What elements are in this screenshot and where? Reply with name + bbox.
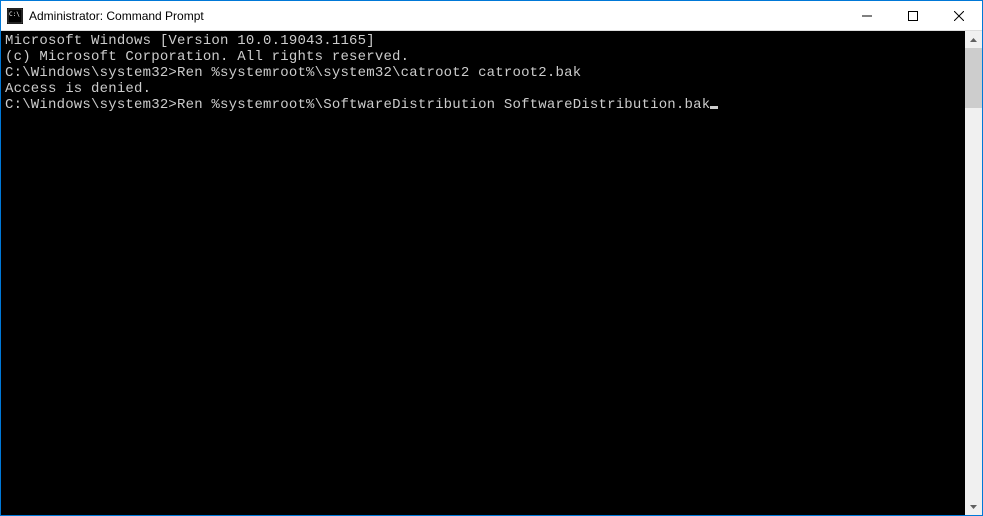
terminal-output[interactable]: Microsoft Windows [Version 10.0.19043.11…	[1, 31, 965, 515]
window-title: Administrator: Command Prompt	[29, 9, 844, 23]
vertical-scrollbar[interactable]	[965, 31, 982, 515]
command-line-1: C:\Windows\system32>Ren %systemroot%\sys…	[5, 65, 965, 81]
command-line-2: C:\Windows\system32>Ren %systemroot%\Sof…	[5, 97, 965, 113]
chevron-down-icon	[970, 505, 977, 509]
maximize-button[interactable]	[890, 1, 936, 30]
response-line: Access is denied.	[5, 81, 965, 97]
scroll-track[interactable]	[965, 48, 982, 498]
cmd-icon: C:\	[7, 8, 23, 24]
titlebar[interactable]: C:\ Administrator: Command Prompt	[1, 1, 982, 31]
window-controls	[844, 1, 982, 30]
command-text: Ren %systemroot%\SoftwareDistribution So…	[177, 97, 710, 113]
command-prompt-window: C:\ Administrator: Command Prompt	[0, 0, 983, 516]
command-text: Ren %systemroot%\system32\catroot2 catro…	[177, 65, 581, 81]
cursor	[710, 106, 718, 109]
minimize-icon	[862, 11, 872, 21]
scroll-up-button[interactable]	[965, 31, 982, 48]
chevron-up-icon	[970, 38, 977, 42]
prompt-path: C:\Windows\system32>	[5, 65, 177, 81]
svg-text:C:\: C:\	[9, 11, 20, 18]
client-area: Microsoft Windows [Version 10.0.19043.11…	[1, 31, 982, 515]
close-button[interactable]	[936, 1, 982, 30]
minimize-button[interactable]	[844, 1, 890, 30]
prompt-path: C:\Windows\system32>	[5, 97, 177, 113]
copyright-line: (c) Microsoft Corporation. All rights re…	[5, 49, 965, 65]
version-line: Microsoft Windows [Version 10.0.19043.11…	[5, 33, 965, 49]
scroll-thumb[interactable]	[965, 48, 982, 108]
scroll-down-button[interactable]	[965, 498, 982, 515]
maximize-icon	[908, 11, 918, 21]
close-icon	[954, 11, 964, 21]
